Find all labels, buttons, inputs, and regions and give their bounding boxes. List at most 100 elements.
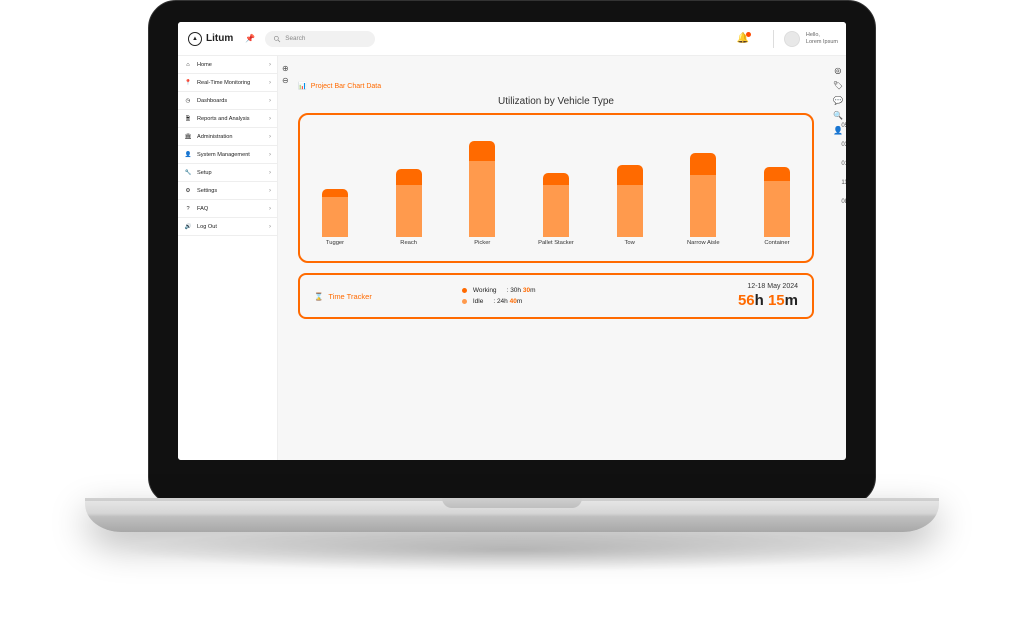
x-label: Narrow Aisle bbox=[684, 240, 722, 246]
sidebar-item-settings[interactable]: ⚙ Settings › bbox=[178, 182, 277, 200]
legend-idle-label: Idle bbox=[473, 298, 483, 305]
sidebar-item-setup[interactable]: 🔧 Setup › bbox=[178, 164, 277, 182]
avatar bbox=[784, 31, 800, 47]
divider bbox=[773, 30, 774, 48]
bar-pallet-stacker[interactable] bbox=[537, 173, 575, 237]
chart-area bbox=[310, 125, 802, 237]
bar-container[interactable] bbox=[758, 167, 796, 237]
card-header: 📊 Project Bar Chart Data bbox=[298, 82, 814, 90]
chart-title: Utilization by Vehicle Type bbox=[298, 96, 814, 107]
hourglass-icon: ⌛ bbox=[314, 292, 323, 301]
y-label: 05.00 PM bbox=[841, 123, 846, 129]
bar-narrow-aisle[interactable] bbox=[684, 153, 722, 237]
x-label: Pallet Stacker bbox=[537, 240, 575, 246]
bar-tugger[interactable] bbox=[316, 189, 354, 237]
time-tracker-title: ⌛ Time Tracker bbox=[314, 292, 372, 301]
user-text: Hello, Lorem Ipsum bbox=[806, 32, 838, 44]
sidebar-item-reports-and-analysis[interactable]: 🗎 Reports and Analysis › bbox=[178, 110, 277, 128]
target-icon[interactable]: ◎ bbox=[834, 66, 841, 75]
search-rail-icon[interactable]: 🔍 bbox=[833, 111, 843, 120]
legend-working-dot bbox=[462, 288, 467, 293]
time-tracker-card: ⌛ Time Tracker Working : 30h 30m Idle : … bbox=[298, 273, 814, 319]
sidebar-item-label: Reports and Analysis bbox=[197, 116, 250, 122]
sidebar-item-dashboards[interactable]: ◷Dashboards› bbox=[178, 92, 277, 110]
sidebar-icon: 📍 bbox=[184, 80, 192, 86]
zoom-in-icon[interactable]: ⊕ bbox=[282, 64, 289, 73]
sidebar-icon: 🗎 bbox=[184, 114, 192, 124]
zoom-tools: ⊕ ⊖ bbox=[282, 64, 289, 85]
chevron-right-icon: › bbox=[269, 152, 271, 158]
laptop-base bbox=[85, 498, 939, 532]
brand-name: Litum bbox=[206, 33, 233, 44]
sidebar-item-system-management[interactable]: 👤System Management› bbox=[178, 146, 277, 164]
zoom-out-icon[interactable]: ⊖ bbox=[282, 76, 289, 85]
main-content: 📊 Project Bar Chart Data Utilization by … bbox=[298, 82, 814, 319]
chart-x-labels: TuggerReachPickerPallet StackerTowNarrow… bbox=[310, 237, 802, 246]
sidebar-item-home[interactable]: ⌂ Home › bbox=[178, 56, 277, 74]
chart-y-labels: 05.00 PM 03.00 PM 01.00 PM 11.00 Am 08:00 AM bbox=[841, 123, 846, 205]
chat-icon[interactable]: 💬 bbox=[833, 96, 843, 105]
chevron-right-icon: › bbox=[269, 170, 271, 176]
chart-icon: 📊 bbox=[298, 82, 307, 90]
device-shadow bbox=[120, 528, 904, 572]
sidebar-icon: ◷ bbox=[184, 98, 192, 104]
sidebar-item-administration[interactable]: 🏛 Administration › bbox=[178, 128, 277, 146]
sidebar-item-label: Administration bbox=[197, 134, 232, 140]
chart-card: TuggerReachPickerPallet StackerTowNarrow… bbox=[298, 113, 814, 263]
legend-idle-value: : 24h 40m bbox=[493, 298, 522, 305]
legend-idle: Idle : 24h 40m bbox=[462, 298, 738, 305]
sidebar-item-label: Real-Time Monitoring bbox=[197, 80, 250, 86]
sidebar-item-faq[interactable]: ?FAQ› bbox=[178, 200, 277, 218]
sidebar-icon: ⌂ bbox=[184, 62, 192, 68]
search-input[interactable]: Search bbox=[265, 31, 375, 47]
laptop-notch bbox=[442, 498, 582, 508]
x-label: Container bbox=[758, 240, 796, 246]
sidebar-item-label: Setup bbox=[197, 170, 212, 176]
chevron-right-icon: › bbox=[269, 224, 271, 230]
legend-idle-dot bbox=[462, 299, 467, 304]
sidebar-item-label: FAQ bbox=[197, 206, 208, 212]
time-range: 12-18 May 2024 bbox=[738, 283, 798, 290]
chevron-right-icon: › bbox=[269, 188, 271, 194]
legend-working-label: Working bbox=[473, 287, 497, 294]
tag-icon[interactable]: 🏷 bbox=[833, 81, 843, 90]
y-label: 08:00 AM bbox=[841, 199, 846, 205]
bar-tow[interactable] bbox=[611, 165, 649, 237]
app-screen: Litum 📌 Search 🔔 Hello, Lorem Ipsum ⌂ Hom… bbox=[178, 22, 846, 460]
sidebar-item-log-out[interactable]: 🔊 Log Out › bbox=[178, 218, 277, 236]
notifications-icon[interactable]: 🔔 bbox=[736, 33, 748, 44]
sidebar-item-label: Home bbox=[197, 62, 212, 68]
time-tracker-title-text: Time Tracker bbox=[328, 292, 371, 301]
search-placeholder: Search bbox=[285, 35, 305, 42]
x-label: Tugger bbox=[316, 240, 354, 246]
time-tracker-legend: Working : 30h 30m Idle : 24h 40m bbox=[372, 287, 738, 305]
sidebar-icon: 🔧 bbox=[184, 170, 192, 176]
y-label: 01.00 PM bbox=[841, 161, 846, 167]
sidebar-item-label: Settings bbox=[197, 188, 217, 194]
time-tracker-total: 12-18 May 2024 56h 15m bbox=[738, 283, 798, 309]
pin-icon[interactable]: 📌 bbox=[245, 34, 255, 43]
logo-mark-icon bbox=[188, 32, 202, 46]
x-label: Reach bbox=[390, 240, 428, 246]
chevron-right-icon: › bbox=[269, 62, 271, 68]
x-label: Picker bbox=[463, 240, 501, 246]
sidebar-icon: ⚙ bbox=[184, 188, 192, 194]
bar-picker[interactable] bbox=[463, 141, 501, 237]
chevron-right-icon: › bbox=[269, 206, 271, 212]
sidebar-icon: 🔊 bbox=[184, 224, 192, 230]
chevron-right-icon: › bbox=[269, 98, 271, 104]
sidebar-item-label: Log Out bbox=[197, 224, 217, 230]
topbar: Litum 📌 Search 🔔 Hello, Lorem Ipsum bbox=[178, 22, 846, 56]
sidebar: ⌂Home›📍Real-Time Monitoring›◷Dashboards›… bbox=[178, 56, 278, 460]
bar-reach[interactable] bbox=[390, 169, 428, 237]
chevron-right-icon: › bbox=[269, 134, 271, 140]
legend-working: Working : 30h 30m bbox=[462, 287, 738, 294]
y-label: 11.00 Am bbox=[841, 180, 846, 186]
brand-logo[interactable]: Litum bbox=[188, 32, 233, 46]
y-label: 03.00 PM bbox=[841, 142, 846, 148]
sidebar-icon: 🏛 bbox=[184, 134, 192, 140]
chevron-right-icon: › bbox=[269, 116, 271, 122]
sidebar-item-real-time-monitoring[interactable]: 📍Real-Time Monitoring› bbox=[178, 74, 277, 92]
user-menu[interactable]: Hello, Lorem Ipsum bbox=[784, 31, 838, 47]
legend-working-value: : 30h 30m bbox=[507, 287, 536, 294]
